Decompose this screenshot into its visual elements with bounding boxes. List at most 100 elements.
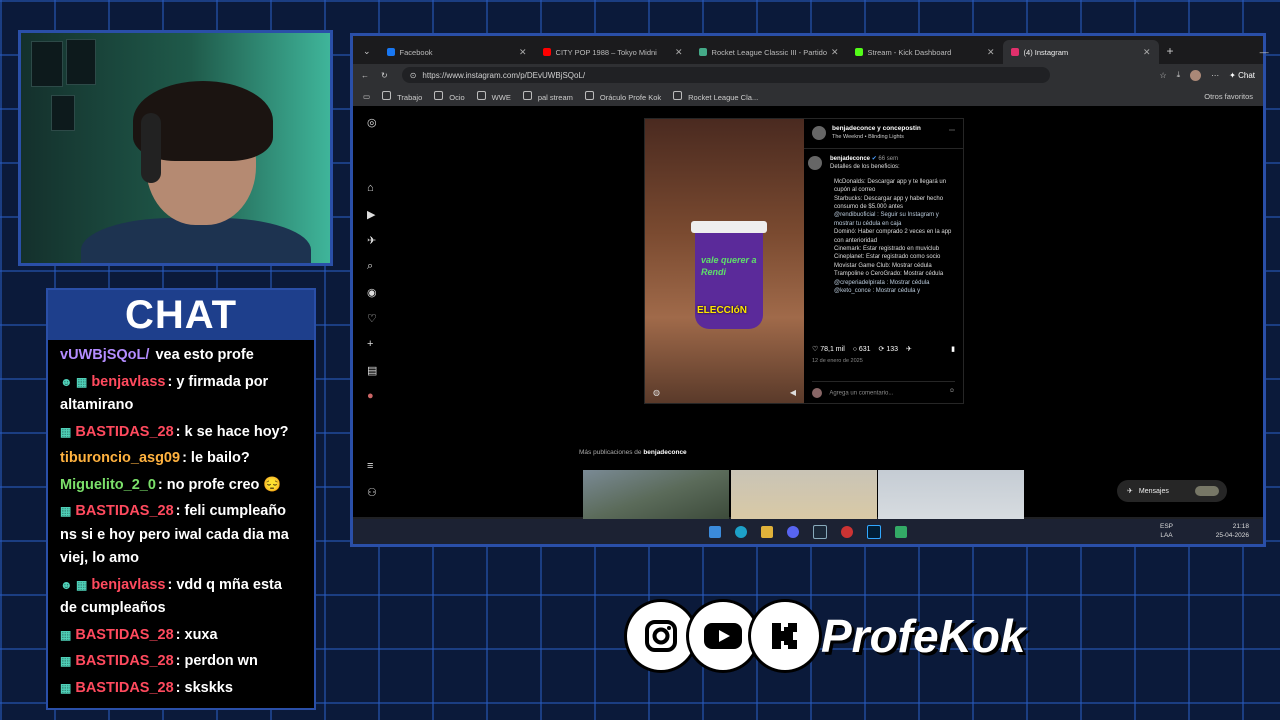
chat-panel: CHAT vUWBjSQoL/ vea esto profe ☻ ▦ benjavl…: [46, 288, 316, 710]
app-icon[interactable]: [895, 525, 907, 538]
browser-tab[interactable]: CITY POP 1988 – Tokyo Midni ✕: [535, 40, 691, 64]
chat-username[interactable]: benjavlass: [91, 577, 165, 593]
dashboard-icon[interactable]: ▤: [367, 364, 377, 377]
mute-icon[interactable]: ◀: [790, 388, 796, 397]
comment-count: 631: [858, 346, 871, 353]
kick-logo-icon: [751, 602, 819, 670]
chat-username[interactable]: BASTIDAS_28: [75, 424, 173, 440]
bookmark-item[interactable]: WWE: [476, 90, 511, 102]
more-posts-user[interactable]: benjadeconce: [643, 449, 686, 456]
instagram-logo-icon[interactable]: ◎: [367, 116, 377, 129]
tab-close-icon[interactable]: ✕: [519, 47, 527, 58]
reload-icon[interactable]: ↻: [381, 71, 388, 80]
other-bookmarks[interactable]: Otros favoritos: [1204, 92, 1253, 101]
viewer-avatar: [812, 388, 822, 398]
create-icon[interactable]: +: [367, 338, 373, 350]
caption-user[interactable]: benjadeconce: [830, 156, 870, 162]
chat-username[interactable]: BASTIDAS_28: [75, 653, 173, 669]
browser-tab[interactable]: (4) Instagram ✕: [1002, 40, 1159, 64]
file-explorer-icon[interactable]: [761, 525, 773, 538]
post-video[interactable]: vale querer a Rendi ELECCIóN ◍ ◀: [645, 119, 804, 403]
home-icon[interactable]: ⌂: [367, 182, 374, 194]
chat-title: CHAT: [124, 292, 238, 337]
tagged-users-icon[interactable]: ◍: [653, 388, 660, 397]
notifications-heart-icon[interactable]: ♡: [367, 312, 377, 325]
post-thumbnail[interactable]: [878, 470, 1024, 520]
bookmark-item[interactable]: Oráculo Profe Kok: [584, 90, 661, 102]
benefit-line: @rendibuoficial : Seguir su Instagram y …: [834, 212, 939, 227]
chat-username[interactable]: Miguelito_2_0: [60, 477, 156, 493]
chat-header: CHAT: [48, 290, 314, 340]
chat-message: ▦ BASTIDAS_28: skskks: [60, 677, 302, 701]
browser-tab[interactable]: Facebook ✕: [379, 40, 535, 64]
profile-avatar[interactable]: [1190, 69, 1202, 81]
comment-input[interactable]: Agrega un comentario... ☺: [812, 381, 955, 398]
post-song[interactable]: The Weeknd • Blinding Lights: [832, 134, 963, 140]
folder-icon: [673, 90, 683, 100]
tab-close-icon[interactable]: ✕: [987, 47, 995, 58]
tab-list-icon[interactable]: ⌄: [363, 46, 371, 57]
benefit-line: McDonalds: Descargar app y te llegará un…: [834, 178, 947, 194]
edge-icon[interactable]: [735, 525, 747, 538]
user-badge-icon: ▦: [60, 424, 72, 439]
share-icon[interactable]: ✈: [906, 346, 912, 353]
author-avatar[interactable]: [812, 126, 826, 140]
new-tab-icon[interactable]: +: [1167, 44, 1174, 58]
keyboard-layout: LAA: [1160, 532, 1173, 539]
chat-username[interactable]: benjavlass: [91, 374, 165, 390]
more-menu-icon[interactable]: ≡: [367, 460, 373, 472]
chat-username[interactable]: BASTIDAS_28: [75, 503, 173, 519]
post-thumbnail[interactable]: [583, 470, 729, 520]
chat-username[interactable]: BASTIDAS_28: [75, 680, 173, 696]
clock[interactable]: 21:18 25-04-2026: [1216, 522, 1249, 540]
chat-username[interactable]: tiburoncio_asg09: [60, 450, 180, 466]
search-icon[interactable]: ⌕: [367, 260, 373, 273]
reels-icon[interactable]: ▶: [367, 208, 375, 221]
download-icon[interactable]: ⤓: [1177, 70, 1181, 80]
url-field[interactable]: ⊙ https://www.instagram.com/p/DEvUWBjSQo…: [401, 67, 1050, 83]
bookmark-item[interactable]: Trabajo: [382, 90, 422, 102]
save-icon[interactable]: ▮: [951, 345, 955, 353]
post-author[interactable]: benjadeconce y concepostin: [832, 125, 963, 132]
bookmark-folder-icon[interactable]: ▭: [363, 92, 370, 101]
obs-icon[interactable]: [841, 525, 853, 538]
tab-favicon-icon: [854, 48, 863, 56]
emoji-icon[interactable]: ☺: [949, 388, 955, 394]
photoshop-icon[interactable]: [867, 524, 881, 539]
start-icon[interactable]: [709, 525, 721, 538]
discord-icon[interactable]: [787, 525, 799, 538]
cup-text: vale querer a Rendi: [701, 255, 757, 277]
menu-icon[interactable]: ⋯: [1211, 71, 1219, 80]
site-info-icon[interactable]: ⊙: [410, 71, 417, 80]
steam-icon[interactable]: [813, 524, 827, 539]
chat-username[interactable]: vUWBjSQoL/: [60, 347, 149, 363]
minimize-icon[interactable]: —: [1260, 47, 1269, 57]
comment-icon[interactable]: ○: [853, 346, 857, 353]
explore-icon[interactable]: ◉: [367, 286, 377, 299]
chat-username[interactable]: BASTIDAS_28: [75, 627, 173, 643]
bookmark-item[interactable]: Rocket League Cla...: [673, 90, 758, 102]
back-icon[interactable]: ←: [361, 71, 369, 80]
post-thumbnail[interactable]: [731, 470, 877, 520]
chat-button-label: Chat: [1238, 70, 1255, 80]
browser-tab[interactable]: Rocket League Classic III - Partido ✕: [691, 40, 847, 64]
browser-tab[interactable]: Stream - Kick Dashboard ✕: [847, 40, 1003, 64]
tab-close-icon[interactable]: ✕: [831, 47, 839, 58]
chat-message: ▦ BASTIDAS_28: perdon wn: [60, 650, 302, 674]
post-options-icon[interactable]: ⋯: [949, 127, 955, 134]
language-indicator[interactable]: ESP LAA: [1160, 522, 1173, 540]
caption-avatar[interactable]: [808, 156, 822, 170]
copilot-chat-button[interactable]: ✦ Chat: [1229, 71, 1255, 80]
bookmark-item[interactable]: pal stream: [522, 90, 573, 102]
bookmark-item[interactable]: Ocio: [434, 90, 465, 102]
threads-icon[interactable]: ⚇: [367, 486, 377, 499]
repost-icon[interactable]: ⟳: [879, 346, 885, 353]
tab-close-icon[interactable]: ✕: [675, 47, 683, 58]
messages-icon[interactable]: ✈: [367, 234, 376, 247]
tab-close-icon[interactable]: ✕: [1143, 47, 1151, 58]
messages-widget[interactable]: ✈ Mensajes: [1117, 480, 1227, 502]
star-icon[interactable]: ☆: [1159, 71, 1166, 80]
profile-icon[interactable]: ●: [367, 390, 374, 402]
benefit-line: @keto_conce : Mostrar cédula y: [834, 288, 921, 295]
like-icon[interactable]: ♡: [812, 346, 818, 353]
